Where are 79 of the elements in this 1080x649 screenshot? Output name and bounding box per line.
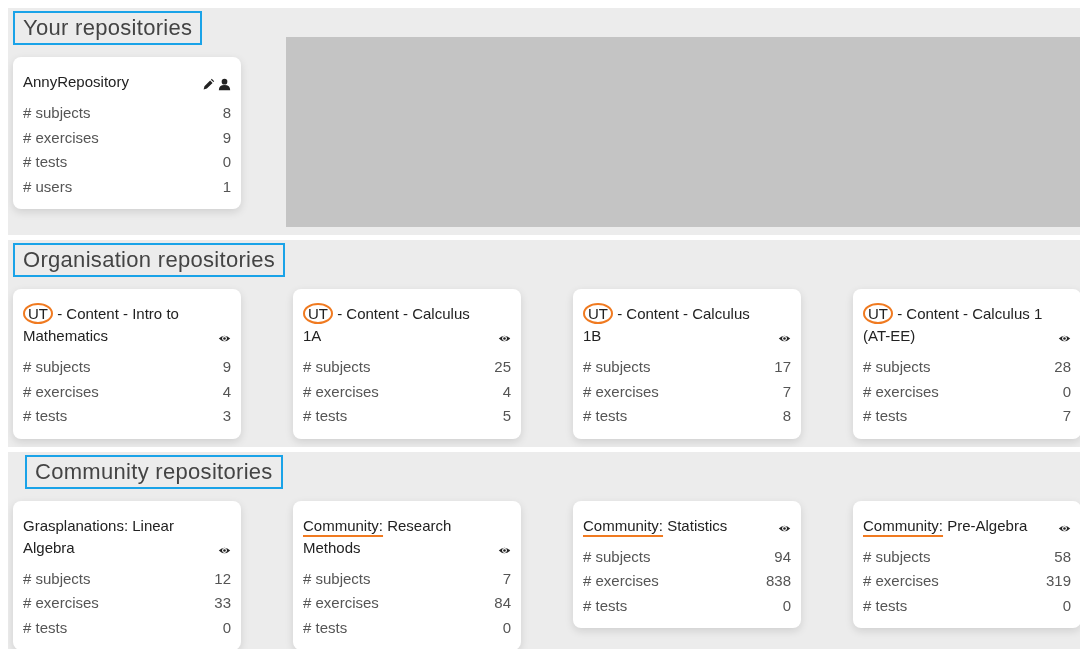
stat-value: 17 — [774, 357, 791, 377]
repository-title: Community: Pre-Algebra — [863, 515, 1028, 536]
stat-value: 1 — [222, 176, 231, 197]
stat-label: # exercises — [583, 381, 659, 402]
stat-value: 0 — [1062, 595, 1071, 616]
stat-label: # tests — [303, 617, 348, 638]
stat-label: # tests — [303, 406, 348, 426]
stat-value: 0 — [502, 617, 511, 638]
stat-value: 28 — [1054, 357, 1071, 377]
stat-value: 8 — [782, 406, 791, 426]
stat-label: # users — [23, 176, 73, 197]
repository-card[interactable]: UT - Content - Intro to Mathematics # subjects 9 # exercises 4 # tests 3 — [13, 289, 241, 439]
stat-label: # subjects — [23, 103, 91, 123]
stat-value: 84 — [494, 593, 511, 613]
stat-label: # subjects — [863, 357, 931, 377]
stat-label: # tests — [23, 152, 68, 172]
stat-label: # tests — [863, 406, 908, 426]
section-heading: Your repositories — [13, 11, 203, 45]
stat-label: # subjects — [303, 568, 371, 589]
stat-value: 7 — [1062, 406, 1071, 426]
stat-value: 3 — [222, 406, 231, 426]
repository-card[interactable]: UT - Content - Calculus 1A # subjects 25 # exercises 4 # tests 5 — [293, 289, 521, 439]
stat-label: # subjects — [863, 546, 931, 567]
repository-title: UT - Content - Calculus 1 (AT-EE) — [863, 302, 1044, 346]
section-heading: Organisation repositories — [13, 243, 286, 277]
stat-label: # exercises — [583, 571, 659, 591]
stat-label: # exercises — [303, 593, 379, 613]
repository-title: UT - Content - Calculus 1B — [583, 302, 751, 346]
repository-card[interactable]: Grasplanations: Linear Algebra # subjects 12 # exercises 33 # tests 0 — [13, 500, 241, 649]
repository-card[interactable]: UT - Content - Calculus 1 (AT-EE) # subjects 28 # exercises 0 # tests 7 — [853, 289, 1080, 439]
stat-label: # tests — [863, 595, 908, 616]
stat-label: # subjects — [583, 357, 651, 377]
stat-value: 25 — [494, 357, 511, 377]
stat-value: 94 — [774, 546, 791, 567]
stat-label: # exercises — [23, 127, 99, 148]
repository-title: UT - Content - Intro to Mathematics — [23, 302, 180, 346]
stat-value: 58 — [1054, 546, 1071, 567]
stat-label: # exercises — [863, 381, 939, 402]
repository-title: UT - Content - Calculus 1A — [303, 302, 471, 346]
section-heading: Community repositories — [25, 454, 283, 489]
stat-label: # exercises — [23, 593, 99, 613]
stat-label: # subjects — [23, 568, 91, 589]
repository-title: Community: Research Methods — [303, 515, 453, 558]
stat-label: # exercises — [863, 571, 939, 591]
stat-value: 4 — [502, 381, 511, 402]
stat-value: 9 — [222, 357, 231, 377]
stat-label: # tests — [583, 406, 628, 426]
stat-value: 0 — [782, 595, 791, 616]
repository-title: Grasplanations: Linear Algebra — [23, 515, 175, 558]
repository-title: AnnyRepository — [23, 72, 129, 92]
stat-value: 0 — [222, 152, 231, 172]
stat-label: # tests — [23, 406, 68, 426]
repository-card[interactable]: Community: Research Methods # subjects 7 # exercises 84 # tests 0 — [293, 500, 521, 649]
stat-label: # subjects — [303, 357, 371, 377]
stat-value: 4 — [222, 381, 231, 402]
stat-value: 0 — [1062, 381, 1071, 402]
stat-label: # tests — [583, 595, 628, 616]
stat-value: 33 — [214, 593, 231, 613]
stat-value: 9 — [222, 127, 231, 148]
stat-label: # subjects — [23, 357, 91, 377]
user-icon[interactable] — [218, 78, 231, 91]
stat-value: 8 — [222, 103, 231, 123]
stat-value: 838 — [765, 571, 791, 591]
stat-label: # tests — [23, 617, 68, 638]
pencil-icon[interactable] — [202, 78, 215, 91]
stat-value: 5 — [502, 406, 511, 426]
stat-value: 12 — [214, 568, 231, 589]
repository-card[interactable]: AnnyRepository # subjects 8 # exercises 9 # tests 0 # users 1 — [13, 57, 241, 209]
repository-card[interactable]: UT - Content - Calculus 1B # subjects 17 # exercises 7 # tests 8 — [573, 289, 801, 439]
stat-value: 7 — [502, 568, 511, 589]
stat-label: # exercises — [303, 381, 379, 402]
stat-value: 319 — [1045, 571, 1071, 591]
repository-title: Community: Statistics — [583, 515, 728, 536]
repository-card[interactable]: Community: Pre-Algebra # subjects 58 # exercises 319 # tests 0 — [853, 500, 1080, 628]
repository-card[interactable]: Community: Statistics # subjects 94 # exercises 838 # tests 0 — [573, 500, 801, 628]
stat-value: 7 — [782, 381, 791, 402]
stat-label: # subjects — [583, 546, 651, 567]
stat-value: 0 — [222, 617, 231, 638]
stat-label: # exercises — [23, 381, 99, 402]
